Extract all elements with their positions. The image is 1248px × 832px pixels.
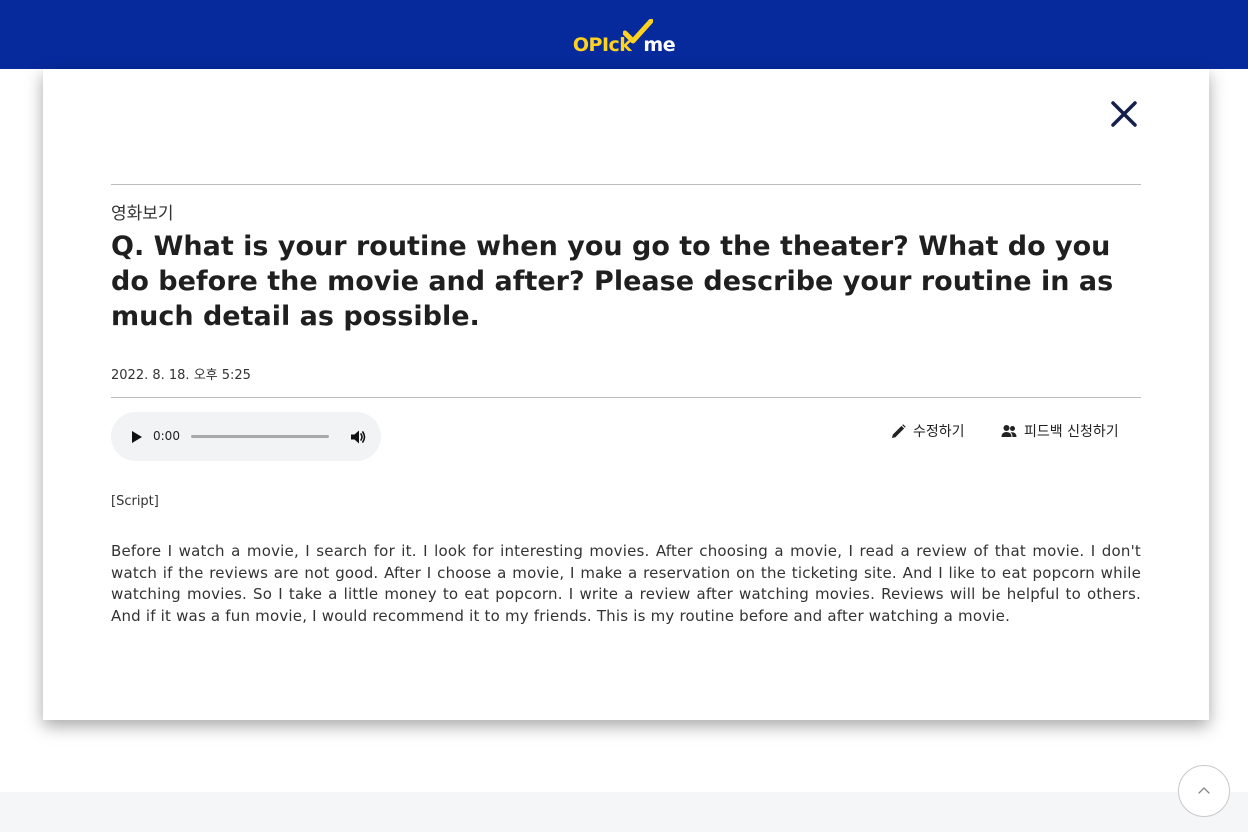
users-icon (1001, 425, 1017, 437)
chevron-up-icon (1198, 787, 1210, 794)
top-header: OPIck me (0, 0, 1248, 69)
edit-button[interactable]: 수정하기 (891, 421, 965, 441)
close-icon (1111, 101, 1137, 127)
script-text: Before I watch a movie, I search for it.… (111, 542, 1141, 625)
volume-icon[interactable] (349, 428, 367, 446)
close-button[interactable] (1109, 99, 1139, 129)
feedback-label: 피드백 신청하기 (1024, 424, 1119, 440)
audio-progress-bar[interactable] (191, 435, 329, 438)
logo[interactable]: OPIck me (573, 15, 676, 55)
audio-player: 0:00 (111, 412, 381, 461)
script-heading: [Script] (111, 494, 159, 509)
footer-band (0, 792, 1248, 832)
category-label: 영화보기 (111, 204, 174, 224)
pencil-icon (892, 423, 906, 438)
scroll-to-top-button[interactable] (1178, 765, 1230, 817)
datetime: 2022. 8. 18. 오후 5:25 (111, 368, 251, 383)
middle-divider (111, 397, 1141, 398)
top-divider (111, 184, 1141, 185)
checkmark-icon (622, 18, 653, 43)
question-title: Q. What is your routine when you go to t… (111, 231, 1114, 332)
feedback-request-button[interactable]: 피드백 신청하기 (1001, 421, 1119, 441)
edit-label: 수정하기 (913, 424, 965, 440)
play-icon[interactable] (131, 430, 143, 444)
audio-time: 0:00 (153, 429, 180, 443)
answer-modal: 영화보기 Q. What is your routine when you go… (43, 69, 1209, 720)
